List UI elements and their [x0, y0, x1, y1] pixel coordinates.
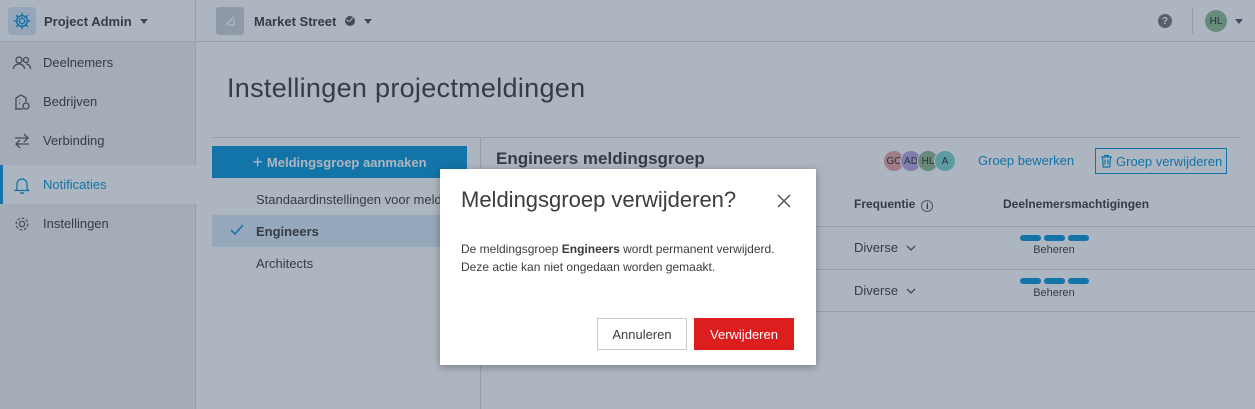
dialog-message-warning: Deze actie kan niet ongedaan worden gema…: [461, 260, 716, 274]
dialog-message-suffix: wordt permanent verwijderd.: [619, 242, 775, 256]
delete-group-dialog: Meldingsgroep verwijderen? De meldingsgr…: [440, 169, 816, 365]
app-root: Project Admin Market Street ? HL Deelnem…: [0, 0, 1255, 409]
close-icon[interactable]: [776, 193, 792, 209]
confirm-delete-button[interactable]: Verwijderen: [694, 318, 794, 350]
dialog-message-prefix: De meldingsgroep: [461, 242, 562, 256]
cancel-button[interactable]: Annuleren: [597, 318, 687, 350]
dialog-message-group: Engineers: [561, 242, 620, 256]
dialog-title: Meldingsgroep verwijderen?: [461, 187, 737, 212]
dialog-message: De meldingsgroep Engineers wordt permane…: [461, 240, 781, 276]
